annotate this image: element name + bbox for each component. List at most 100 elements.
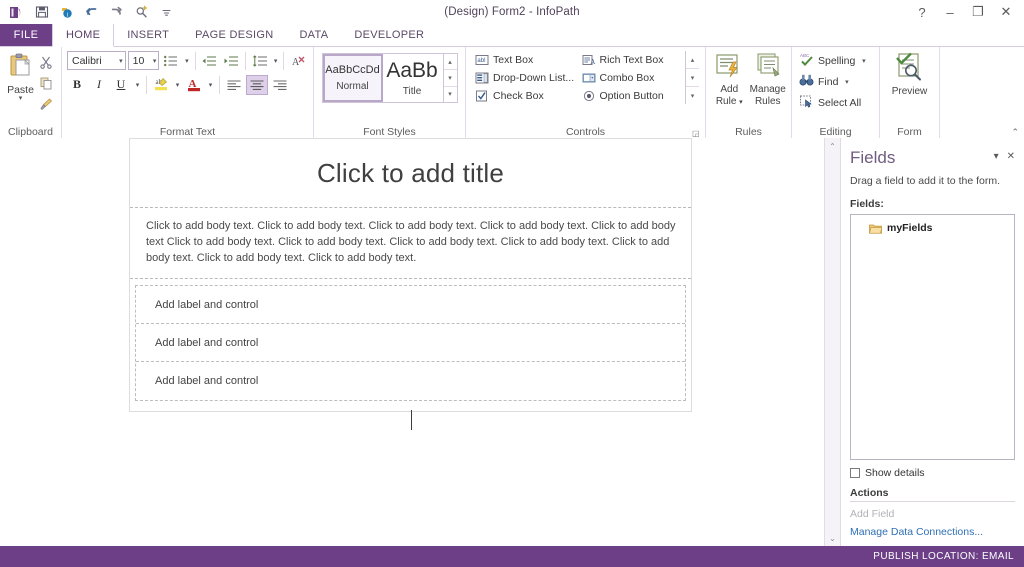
underline-caret-icon[interactable]: ▾ bbox=[133, 81, 142, 89]
font-color-button[interactable]: A bbox=[184, 75, 204, 95]
manage-data-connections-link[interactable]: Manage Data Connections... bbox=[850, 526, 1015, 538]
controls-gallery: abl Text Box Drop-Down List... Check Box… bbox=[471, 50, 700, 105]
select-all-button[interactable]: Select All bbox=[797, 93, 870, 112]
control-rich-text-box[interactable]: A Rich Text Box bbox=[579, 51, 686, 68]
scroll-up-icon[interactable]: ⌃ bbox=[825, 138, 841, 154]
style-item-normal[interactable]: AaBbCcDd Normal bbox=[322, 54, 383, 102]
bullets-button[interactable] bbox=[161, 51, 181, 71]
control-drop-down-list[interactable]: Drop-Down List... bbox=[472, 69, 579, 86]
preview-button[interactable]: Preview bbox=[885, 50, 934, 97]
ribbon: Paste ▾ Clipboard Calibri ▾ 10 ▾ ▾ ▾ A B… bbox=[0, 47, 1024, 141]
control-combo-box[interactable]: Combo Box bbox=[579, 69, 686, 86]
add-rule-label-2: Rule ▾ bbox=[715, 96, 743, 107]
ribbon-group-controls: abl Text Box Drop-Down List... Check Box… bbox=[466, 47, 706, 141]
collapse-ribbon-button[interactable]: ⌃ bbox=[1011, 127, 1019, 138]
bold-button[interactable]: B bbox=[67, 75, 87, 95]
cut-button[interactable] bbox=[36, 52, 56, 72]
form-body-region[interactable]: Click to add body text. Click to add bod… bbox=[130, 208, 691, 279]
find-label: Find bbox=[818, 75, 839, 88]
find-caret-icon[interactable]: ▾ bbox=[842, 78, 851, 86]
help-button[interactable]: ? bbox=[908, 1, 936, 23]
form-title-region[interactable]: Click to add title bbox=[130, 139, 691, 208]
checkbox-icon[interactable] bbox=[850, 468, 860, 478]
tab-page-design[interactable]: PAGE DESIGN bbox=[182, 24, 286, 46]
task-pane-close-icon[interactable]: ✕ bbox=[1007, 151, 1015, 162]
align-left-button[interactable] bbox=[224, 75, 244, 95]
minimize-button[interactable]: – bbox=[936, 1, 964, 23]
tab-home[interactable]: HOME bbox=[52, 24, 115, 47]
bullets-caret-icon[interactable]: ▾ bbox=[183, 57, 190, 65]
find-button[interactable]: Find ▾ bbox=[797, 72, 870, 91]
scroll-down-icon[interactable]: ⌄ bbox=[825, 530, 841, 546]
font-size-combo[interactable]: 10 ▾ bbox=[127, 51, 160, 70]
clear-formatting-button[interactable]: A bbox=[288, 51, 308, 71]
task-pane-menu-icon[interactable]: ▾ bbox=[994, 151, 999, 162]
increase-indent-button[interactable] bbox=[221, 51, 241, 71]
text-box-icon: abl bbox=[475, 53, 489, 67]
tree-node-myfields[interactable]: myFields bbox=[855, 220, 1010, 236]
gallery-scroll-up-icon[interactable]: ▴ bbox=[686, 51, 699, 69]
align-left-icon bbox=[227, 79, 241, 90]
control-label: Check Box bbox=[493, 89, 544, 102]
add-rule-button[interactable]: Add Rule ▾ bbox=[711, 50, 748, 108]
spelling-label: Spelling bbox=[818, 54, 856, 67]
show-details-checkbox[interactable]: Show details bbox=[850, 467, 1015, 479]
title-placeholder[interactable]: Click to add title bbox=[317, 158, 504, 189]
control-label: Drop-Down List... bbox=[493, 71, 575, 84]
gallery-scroll-down-icon[interactable]: ▾ bbox=[443, 70, 457, 87]
copy-button[interactable] bbox=[36, 73, 56, 93]
canvas-vertical-scrollbar[interactable]: ⌃ ⌄ bbox=[824, 138, 840, 546]
field-row[interactable]: Add label and control bbox=[136, 286, 685, 324]
controls-gallery-scrollbar[interactable]: ▴ ▾ ▾ bbox=[685, 51, 699, 104]
tree-node-label: myFields bbox=[887, 222, 933, 234]
preview-form-icon bbox=[894, 52, 926, 85]
control-option-button[interactable]: Option Button bbox=[579, 87, 686, 104]
tab-file[interactable]: FILE bbox=[0, 24, 52, 46]
form-canvas[interactable]: Click to add title Click to add body tex… bbox=[0, 138, 824, 546]
fields-tree[interactable]: myFields bbox=[850, 214, 1015, 460]
font-styles-gallery-scrollbar[interactable]: ▴ ▾ ▾ bbox=[442, 54, 457, 102]
close-button[interactable]: ✕ bbox=[992, 1, 1020, 23]
underline-button[interactable]: U bbox=[111, 75, 131, 95]
align-right-button[interactable] bbox=[270, 75, 290, 95]
tab-developer[interactable]: DEVELOPER bbox=[341, 24, 437, 46]
paste-caret-icon[interactable]: ▾ bbox=[19, 95, 23, 102]
italic-button[interactable]: I bbox=[89, 75, 109, 95]
chevron-down-icon[interactable]: ▾ bbox=[150, 57, 157, 65]
ribbon-tab-bar: FILE HOME INSERT PAGE DESIGN DATA DEVELO… bbox=[0, 24, 1024, 60]
form-document[interactable]: Click to add title Click to add body tex… bbox=[129, 138, 692, 412]
controls-dialog-launcher[interactable]: ◲ bbox=[692, 129, 701, 138]
spelling-button[interactable]: ABC Spelling ▾ bbox=[797, 51, 870, 70]
ribbon-group-form: Preview Form bbox=[880, 47, 940, 141]
restore-button[interactable]: ❐ bbox=[964, 1, 992, 23]
text-highlight-button[interactable]: ab bbox=[151, 75, 171, 95]
tab-insert[interactable]: INSERT bbox=[114, 24, 182, 46]
field-row[interactable]: Add label and control bbox=[136, 362, 685, 400]
gallery-scroll-down-icon[interactable]: ▾ bbox=[686, 69, 699, 87]
gallery-more-icon[interactable]: ▾ bbox=[444, 87, 457, 102]
gallery-scroll-up-icon[interactable]: ▴ bbox=[443, 54, 457, 71]
align-center-button[interactable] bbox=[246, 74, 268, 95]
control-check-box[interactable]: Check Box bbox=[472, 87, 579, 104]
control-text-box[interactable]: abl Text Box bbox=[472, 51, 579, 68]
font-name-combo[interactable]: Calibri ▾ bbox=[67, 51, 126, 70]
line-spacing-button[interactable] bbox=[250, 51, 270, 71]
font-name-value: Calibri bbox=[72, 54, 102, 67]
gallery-more-icon[interactable]: ▾ bbox=[686, 87, 699, 104]
body-placeholder[interactable]: Click to add body text. Click to add bod… bbox=[146, 218, 677, 266]
highlight-caret-icon[interactable]: ▾ bbox=[173, 81, 182, 89]
decrease-indent-button[interactable] bbox=[199, 51, 219, 71]
task-pane-title: Fields bbox=[850, 148, 896, 167]
tab-data[interactable]: DATA bbox=[286, 24, 341, 46]
style-item-title[interactable]: AaBb Title bbox=[383, 54, 443, 102]
spelling-caret-icon[interactable]: ▾ bbox=[859, 57, 868, 65]
manage-rules-button[interactable]: Manage Rules bbox=[750, 50, 787, 107]
field-row[interactable]: Add label and control bbox=[136, 324, 685, 362]
line-spacing-caret-icon[interactable]: ▾ bbox=[272, 57, 279, 65]
chevron-down-icon[interactable]: ▾ bbox=[116, 57, 123, 65]
format-painter-button[interactable] bbox=[36, 94, 56, 114]
font-color-caret-icon[interactable]: ▾ bbox=[206, 81, 215, 89]
controls-column-two: A Rich Text Box Combo Box Option Button bbox=[579, 51, 686, 104]
paste-button[interactable]: Paste ▾ bbox=[5, 50, 36, 102]
font-color-icon: A bbox=[188, 78, 200, 92]
